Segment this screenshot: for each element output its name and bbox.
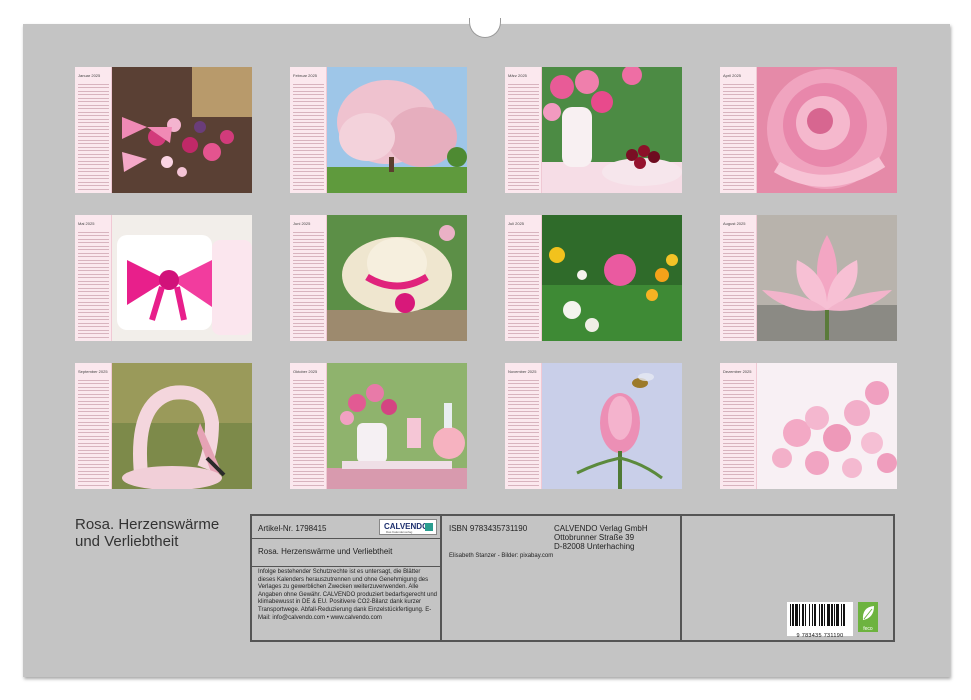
barcode-bar [843, 604, 845, 626]
product-info-box: Artikel-Nr. 1798415 CALVENDO Das Kalender… [250, 514, 895, 642]
month-label: Juli 2025 [508, 221, 525, 226]
isbn-barcode: 9 783435 731190 [787, 602, 853, 639]
month-label: Dezember 2025 [723, 369, 752, 374]
calendar-strip: Dezember 2025 [720, 363, 757, 489]
photo-pink-rose [757, 67, 897, 193]
barcode-bar [790, 604, 791, 626]
barcode-bar [831, 604, 833, 626]
barcode-bar [836, 604, 839, 626]
month-label: Juni 2025 [293, 221, 311, 226]
month-label: Mai 2025 [78, 221, 95, 226]
barcode-bar [812, 604, 813, 626]
divider [440, 516, 442, 640]
publisher-line: CALVENDO Verlag GmbH [554, 524, 648, 533]
month-thumbnail-march: März 2025 [505, 67, 682, 193]
eco-badge: feco [858, 602, 878, 632]
photo-pink-beads [112, 67, 252, 193]
eco-label: feco [863, 626, 873, 632]
month-label: Oktober 2025 [293, 369, 318, 374]
photo-straw-hat [327, 215, 467, 341]
month-thumbnail-july: Juli 2025 [505, 215, 682, 341]
barcode-bar [824, 604, 825, 626]
photo-gift-bow [112, 215, 252, 341]
photo-flowers-and-cherries [542, 67, 682, 193]
month-label: September 2025 [78, 369, 108, 374]
photo-meadow-flowers [542, 215, 682, 341]
calendar-strip: Mai 2025 [75, 215, 112, 341]
divider [252, 566, 440, 567]
article-number: Artikel-Nr. 1798415 [258, 524, 327, 533]
subtitle: Rosa. Herzenswärme und Verliebtheit [258, 547, 393, 556]
month-label: April 2025 [723, 73, 742, 78]
publisher-address: CALVENDO Verlag GmbH Ottobrunner Straße … [554, 524, 648, 551]
barcode-bar [841, 604, 842, 626]
barcode-bars [790, 604, 845, 626]
month-label: Januar 2025 [78, 73, 101, 78]
photo-flamingo [112, 363, 252, 489]
month-thumbnail-april: April 2025 [720, 67, 897, 193]
calendar-strip: November 2025 [505, 363, 542, 489]
month-thumbnail-august: August 2025 [720, 215, 897, 341]
month-thumbnail-december: Dezember 2025 [720, 363, 897, 489]
calendar-strip: Juli 2025 [505, 215, 542, 341]
barcode-digits: 9 783435 731190 [796, 633, 844, 639]
isbn: ISBN 9783435731190 [449, 524, 528, 533]
barcode-bar [795, 604, 798, 626]
photo-lotus-flower [757, 215, 897, 341]
month-label: November 2025 [508, 369, 537, 374]
calendar-strip: Juni 2025 [290, 215, 327, 341]
barcode-bar [805, 604, 806, 626]
barcode-bar [814, 604, 816, 626]
month-thumbnail-september: September 2025 [75, 363, 252, 489]
month-thumbnail-october: Oktober 2025 [290, 363, 467, 489]
calendar-strip: September 2025 [75, 363, 112, 489]
barcode-bar [792, 604, 794, 626]
calendar-strip: März 2025 [505, 67, 542, 193]
barcode-bar [834, 604, 835, 626]
month-label: August 2025 [723, 221, 746, 226]
legal-text: Infolge bestehender Schutzrechte ist es … [258, 569, 437, 621]
month-label: Februar 2025 [293, 73, 318, 78]
month-thumbnail-may: Mai 2025 [75, 215, 252, 341]
month-label: März 2025 [508, 73, 527, 78]
calendar-strip: Januar 2025 [75, 67, 112, 193]
photo-cherry-blossoms [757, 363, 897, 489]
calendar-strip: August 2025 [720, 215, 757, 341]
divider [252, 538, 440, 539]
month-thumbnail-june: Juni 2025 [290, 215, 467, 341]
publisher-line: D-82008 Unterhaching [554, 542, 635, 551]
publisher-line: Ottobrunner Straße 39 [554, 533, 635, 542]
photo-magnolia-tree [327, 67, 467, 193]
month-thumbnail-november: November 2025 [505, 363, 682, 489]
month-thumbnail-february: Februar 2025 [290, 67, 467, 193]
calvendo-logo: CALVENDO Das Kalenderverlag [379, 519, 437, 535]
calendar-strip: Oktober 2025 [290, 363, 327, 489]
barcode-bar [819, 604, 820, 626]
leaf-icon [862, 606, 874, 620]
calendar-title: Rosa. Herzenswärme und Verliebtheit [75, 516, 220, 550]
photo-lemonade-table [327, 363, 467, 489]
barcode-bar [827, 604, 830, 626]
barcode-bar [799, 604, 800, 626]
barcode-bar [802, 604, 804, 626]
calendar-strip: Februar 2025 [290, 67, 327, 193]
divider [680, 516, 682, 640]
barcode-bar [809, 604, 810, 626]
calendar-strip: April 2025 [720, 67, 757, 193]
barcode-bar [821, 604, 823, 626]
photo-rosebud-with-bee [542, 363, 682, 489]
month-thumbnail-january: Januar 2025 [75, 67, 252, 193]
credits: Elisabeth Stanzer - Bilder: pixabay.com [449, 553, 554, 559]
